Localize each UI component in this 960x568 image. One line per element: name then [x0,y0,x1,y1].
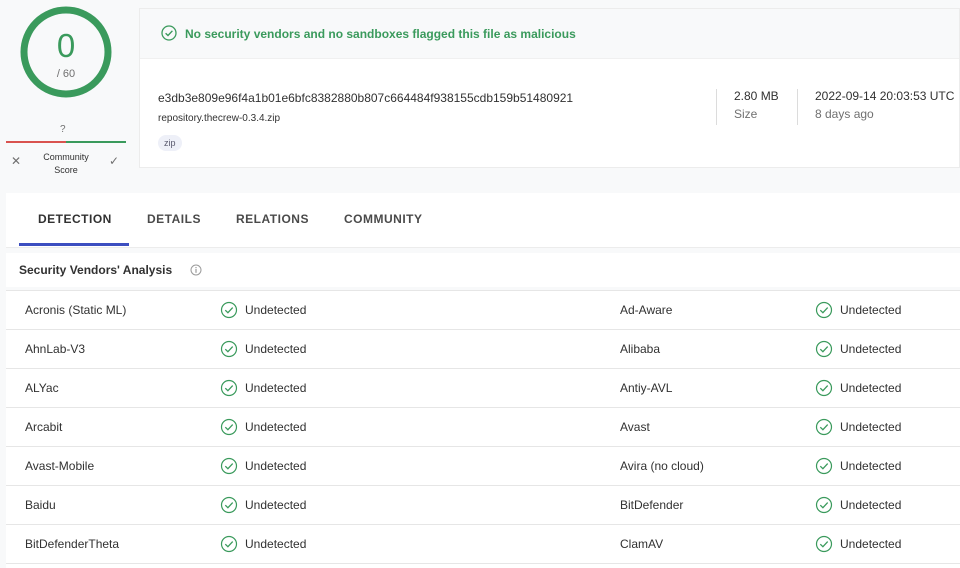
vendor-name: Ad-Aware [620,303,673,317]
vendor-result: Undetected [840,420,902,434]
active-tab-indicator [19,243,129,246]
file-name: repository.thecrew-0.3.4.zip [158,113,281,124]
vendor-name: BitDefenderTheta [25,537,120,551]
undetected-check-icon [815,418,833,441]
vote-harmless-icon[interactable]: ✓ [109,154,119,168]
vendor-name: ClamAV [620,537,664,551]
info-icon[interactable] [190,263,202,281]
vendor-name: Avira (no cloud) [620,459,704,473]
vendor-result: Undetected [840,537,902,551]
vendor-result: Undetected [245,498,307,512]
verdict-banner: No security vendors and no sandboxes fla… [140,9,959,59]
vendor-name: Avast [620,420,650,434]
detection-total: / 60 [56,68,76,80]
vendor-result: Undetected [840,303,902,317]
vendor-name: BitDefender [620,498,684,512]
score-panel: 0 / 60 ? ✕ Community Score ✓ [0,0,132,180]
undetected-check-icon [220,418,238,441]
vendor-result: Undetected [840,498,902,512]
table-row: Baidu Undetected BitDefender Undetected [6,486,960,525]
undetected-check-icon [220,496,238,519]
vendor-name: Antiy-AVL [620,381,673,395]
vendor-name: Acronis (Static ML) [25,303,127,317]
tab-details[interactable]: DETAILS [147,193,201,248]
divider [797,89,798,125]
tab-relations[interactable]: RELATIONS [236,193,309,248]
vendors-section-header: Security Vendors' Analysis [6,253,960,287]
vendor-result: Undetected [245,303,307,317]
vendor-result: Undetected [245,537,307,551]
undetected-check-icon [815,340,833,363]
undetected-check-icon [815,379,833,402]
table-row: AhnLab-V3 Undetected Alibaba Undetected [6,330,960,369]
analysis-date: 2022-09-14 20:03:53 UTC [815,89,955,103]
undetected-check-icon [220,457,238,480]
undetected-check-icon [815,457,833,480]
table-row: Avast-Mobile Undetected Avira (no cloud) Un… [6,447,960,486]
vendor-name: Alibaba [620,342,661,356]
tab-community[interactable]: COMMUNITY [344,193,423,248]
vendor-result: Undetected [245,381,307,395]
vendor-name: Avast-Mobile [25,459,95,473]
tab-bar: DETECTION DETAILS RELATIONS COMMUNITY [6,193,960,248]
tab-detection[interactable]: DETECTION [38,193,112,248]
detection-count: 0 [56,27,76,64]
file-size-label: Size [734,107,758,121]
community-label-line1: Community [43,152,89,162]
analysis-age: 8 days ago [815,107,874,121]
vendor-name: ALYac [25,381,59,395]
vendor-result: Undetected [840,342,902,356]
table-row: ALYac Undetected Antiy-AVL Undetected [6,369,960,408]
file-info-card: No security vendors and no sandboxes fla… [139,8,960,168]
file-hash[interactable]: e3db3e809e96f4a1b01e6bfc8382880b807c6644… [158,91,573,105]
community-label-line2: Score [54,165,78,175]
undetected-check-icon [815,496,833,519]
vendor-table: Acronis (Static ML) Undetected Ad-Aware Und… [6,290,960,568]
table-row: BitDefenderTheta Undetected ClamAV Undetect… [6,525,960,564]
vendor-result: Undetected [840,459,902,473]
file-size-value: 2.80 MB [734,89,779,103]
table-row: Arcabit Undetected Avast Undetected [6,408,960,447]
vendor-name: Baidu [25,498,56,512]
vendor-name: AhnLab-V3 [25,342,86,356]
file-type-tag[interactable]: zip [158,135,182,151]
vote-harmful-icon[interactable]: ✕ [11,154,21,168]
community-score-bar [6,141,126,143]
check-circle-icon [161,25,177,46]
undetected-check-icon [815,535,833,558]
detection-score-gauge: 0 / 60 [19,5,113,99]
undetected-check-icon [220,535,238,558]
undetected-check-icon [815,301,833,324]
community-score-label: Community Score [36,151,96,177]
vendor-result: Undetected [840,381,902,395]
divider [716,89,717,125]
undetected-check-icon [220,340,238,363]
vendor-name: Arcabit [25,420,63,434]
vendor-result: Undetected [245,420,307,434]
verdict-text: No security vendors and no sandboxes fla… [185,27,576,41]
community-score-value: ? [60,124,66,135]
vendor-result: Undetected [245,459,307,473]
undetected-check-icon [220,301,238,324]
undetected-check-icon [220,379,238,402]
section-title: Security Vendors' Analysis [19,263,173,277]
table-row: Acronis (Static ML) Undetected Ad-Aware Und… [6,291,960,330]
vendor-result: Undetected [245,342,307,356]
